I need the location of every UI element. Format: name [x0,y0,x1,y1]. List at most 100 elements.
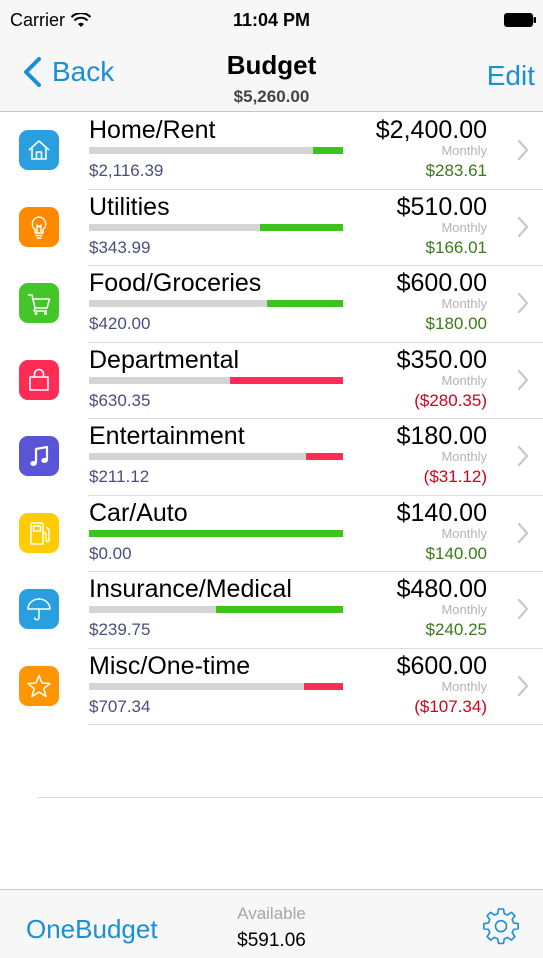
budget-amount: $510.00 [396,192,487,221]
category-icon-box [19,589,59,629]
progress-bar-fill [304,682,343,690]
spent-amount: $211.12 [89,467,150,486]
category-name: Misc/One-time [89,651,251,680]
row-separator [88,724,543,725]
lightbulb-icon [31,215,47,239]
spent-amount: $2,116.39 [89,161,164,180]
chevron-right-icon [517,445,529,467]
remaining-amount: $283.61 [425,161,487,180]
remaining-amount: $180.00 [425,314,487,333]
page-title: Budget [226,50,317,80]
progress-bar [89,529,343,537]
progress-bar-fill [306,453,343,460]
chevron-right-icon [517,292,529,314]
umbrella-icon [27,598,51,621]
budget-row[interactable]: Misc/One-time $707.34 $600.00 Monthly ($… [0,649,543,725]
progress-bar-fill [313,147,343,154]
progress-bar [89,300,343,307]
progress-bar [89,223,343,231]
home-icon [28,140,50,160]
chevron-right-icon [517,369,529,390]
category-name: Food/Groceries [89,269,262,297]
chevron-right-icon [517,598,529,620]
budget-row[interactable]: Utilities $343.99 $510.00 Monthly $166.0… [0,190,543,266]
available-value: $591.06 [237,930,306,951]
progress-bar [89,147,343,154]
category-name: Entertainment [89,422,245,450]
budget-amount: $2,400.00 [375,116,487,144]
budget-amount: $600.00 [396,269,487,297]
budget-row[interactable]: Entertainment $211.12 $180.00 Monthly ($… [0,419,543,496]
progress-bar-fill [89,529,343,537]
period-label: Monthly [441,219,487,235]
category-icon-box [19,512,59,553]
shopping-bag-icon [29,368,49,391]
music-note-icon [30,445,49,466]
category-icon-box [19,436,59,476]
period-label: Monthly [441,372,487,388]
remaining-amount: ($31.12) [423,467,487,486]
period-label: Monthly [441,143,487,158]
remaining-amount: ($280.35) [414,390,487,410]
star-icon [27,674,51,697]
chevron-right-icon [517,139,529,161]
chevron-right-icon [517,675,529,696]
progress-bar [89,682,343,690]
category-icon-box [19,665,59,706]
progress-bar [89,376,343,384]
category-name: Car/Auto [89,498,188,527]
fuel-pump-icon [30,521,50,545]
budget-row[interactable]: Car/Auto $0.00 $140.00 Monthly $140.00 [0,496,543,572]
bottom-toolbar: OneBudget Available $591.06 [0,889,543,958]
progress-bar [89,453,343,460]
navigation-bar: Back Budget $5,260.00 Edit [0,40,543,112]
category-icon-box [19,283,59,323]
budget-amount: $140.00 [396,498,487,527]
spent-amount: $707.34 [89,696,151,716]
spent-amount: $0.00 [89,543,132,563]
category-icon-box [19,359,59,400]
budget-row[interactable]: Home/Rent $2,116.39 $2,400.00 Monthly $2… [0,113,543,190]
spent-amount: $630.35 [89,390,151,410]
empty-separator [38,797,543,798]
budget-amount: $180.00 [396,422,487,450]
spent-amount: $343.99 [89,237,151,257]
progress-bar-fill [230,376,343,384]
chevron-right-icon [517,216,529,237]
period-label: Monthly [441,296,487,311]
budget-amount: $350.00 [396,345,487,374]
remaining-amount: ($107.34) [414,696,487,716]
available-label: Available [237,904,306,923]
progress-bar [89,606,343,613]
category-icon-box [19,206,59,247]
category-name: Departmental [89,345,240,374]
category-name: Insurance/Medical [89,575,292,603]
period-label: Monthly [441,449,487,464]
category-icon-box [19,130,59,170]
period-label: Monthly [441,678,487,694]
category-name: Utilities [89,192,170,221]
edit-button[interactable]: Edit [487,60,535,92]
cart-icon [28,294,51,315]
budget-row[interactable]: Food/Groceries $420.00 $600.00 Monthly $… [0,266,543,343]
remaining-amount: $166.01 [425,237,487,257]
period-label: Monthly [441,602,487,617]
battery-icon [504,13,536,27]
spent-amount: $239.75 [89,620,151,639]
gear-icon[interactable] [481,906,521,946]
budget-amount: $480.00 [396,575,487,603]
spent-amount: $420.00 [89,314,151,333]
budget-row[interactable]: Insurance/Medical $239.75 $480.00 Monthl… [0,572,543,649]
period-label: Monthly [441,525,487,541]
category-list: Home/Rent $2,116.39 $2,400.00 Monthly $2… [0,113,543,725]
remaining-amount: $240.25 [425,620,487,639]
category-name: Home/Rent [89,116,216,144]
remaining-amount: $140.00 [425,543,487,563]
progress-bar-fill [260,223,343,231]
status-bar: Carrier 11:04 PM [0,0,543,40]
budget-row[interactable]: Departmental $630.35 $350.00 Monthly ($2… [0,343,543,419]
budget-amount: $600.00 [396,651,487,680]
chevron-right-icon [517,522,529,543]
progress-bar-fill [267,300,343,307]
progress-bar-fill [216,606,343,613]
